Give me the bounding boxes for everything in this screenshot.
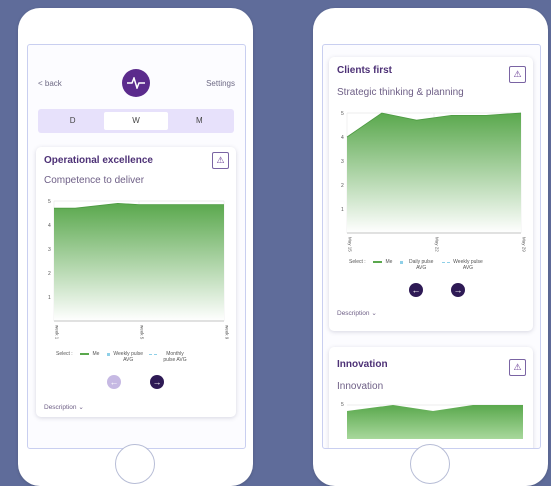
legend-me-label[interactable]: Me <box>385 259 392 265</box>
period-selector: D W M <box>38 109 234 133</box>
prev-arrow-button[interactable]: ← <box>107 375 121 389</box>
x-tick-label: May 15 <box>348 237 353 252</box>
right-phone-screen: Clients first Strategic thinking & plann… <box>322 44 541 449</box>
chart-innovation-partial: 5 <box>341 402 523 439</box>
chart-operational-excellence: 1 2 3 4 5 week 1 week 5 week 9 <box>48 199 230 340</box>
left-phone-screen: < back Settings D W M Operational excell… <box>27 44 246 449</box>
operational-excellence-card: Operational excellence Competence to del… <box>36 147 236 417</box>
y-tick-label: 4 <box>48 223 51 229</box>
y-tick-label: 3 <box>48 247 51 253</box>
description-toggle[interactable]: Description ⌄ <box>44 403 84 411</box>
y-tick-label: 2 <box>48 271 51 277</box>
legend-me-swatch <box>373 261 383 263</box>
share-icon[interactable]: ⚠ <box>212 152 229 169</box>
card-subtitle: Competence to deliver <box>44 175 145 186</box>
series-area-me <box>347 113 521 233</box>
legend-weekly-swatch <box>441 261 450 263</box>
legend-weekly-label[interactable]: Weekly pulse AVG <box>453 259 483 271</box>
y-tick-label: 2 <box>341 183 344 189</box>
share-icon[interactable]: ⚠ <box>509 66 526 83</box>
legend-monthly-swatch <box>148 353 157 355</box>
back-link[interactable]: < back <box>38 79 62 88</box>
y-tick-5: 5 <box>341 402 344 408</box>
pulse-logo-icon <box>122 69 150 97</box>
prev-arrow-button[interactable]: ← <box>409 283 423 297</box>
legend-daily-label[interactable]: Daily pulse AVG <box>406 259 436 271</box>
card-subtitle: Strategic thinking & planning <box>337 87 464 98</box>
x-tick-label: May 29 <box>522 237 527 252</box>
series-area-me <box>54 203 224 321</box>
settings-link[interactable]: Settings <box>206 79 235 88</box>
y-tick-label: 4 <box>341 135 344 141</box>
y-tick-label: 3 <box>341 159 344 165</box>
legend-me-label[interactable]: Me <box>92 351 99 357</box>
innovation-area <box>347 405 523 439</box>
tab-day[interactable]: D <box>41 112 104 130</box>
innovation-card: Innovation Innovation ⚠ 5 <box>329 347 533 448</box>
clients-first-card: Clients first Strategic thinking & plann… <box>329 57 533 331</box>
home-button[interactable] <box>115 444 155 484</box>
description-toggle[interactable]: Description ⌄ <box>337 309 377 317</box>
share-icon[interactable]: ⚠ <box>509 359 526 376</box>
card-title: Operational excellence <box>44 155 153 166</box>
chart-clients-first: 1 2 3 4 5 May 15 May 22 May 29 <box>341 111 527 252</box>
legend-weekly-swatch <box>106 352 110 356</box>
legend-me-swatch <box>80 353 90 355</box>
tab-week[interactable]: W <box>104 112 168 130</box>
next-arrow-button[interactable]: → <box>451 283 465 297</box>
legend-select-label: Select : <box>349 259 366 265</box>
legend-weekly-label[interactable]: Weekly pulse AVG <box>113 351 143 363</box>
chart-legend: Select : Me Weekly pulse AVG Monthly pul… <box>56 351 226 363</box>
next-arrow-button[interactable]: → <box>150 375 164 389</box>
x-tick-label: week 9 <box>225 325 230 340</box>
y-tick-label: 1 <box>48 295 51 301</box>
x-tick-label: May 22 <box>435 237 440 252</box>
card-subtitle: Innovation <box>337 381 384 392</box>
x-tick-label: week 5 <box>140 325 145 340</box>
right-phone: Clients first Strategic thinking & plann… <box>313 8 548 486</box>
tab-month[interactable]: M <box>168 112 231 130</box>
legend-select-label: Select : <box>56 351 73 357</box>
top-bar: < back Settings <box>28 69 245 99</box>
x-tick-label: week 1 <box>55 325 60 340</box>
legend-daily-swatch <box>399 260 403 264</box>
y-tick-label: 1 <box>341 207 344 213</box>
y-tick-label: 5 <box>341 111 344 117</box>
left-phone: < back Settings D W M Operational excell… <box>18 8 253 486</box>
card-title: Clients first <box>337 65 393 76</box>
legend-monthly-label[interactable]: Monthly pulse AVG <box>160 351 190 363</box>
y-tick-label: 5 <box>48 199 51 205</box>
card-title: Innovation <box>337 359 388 370</box>
chart-legend: Select : Me Daily pulse AVG Weekly pulse… <box>349 259 525 271</box>
home-button[interactable] <box>410 444 450 484</box>
